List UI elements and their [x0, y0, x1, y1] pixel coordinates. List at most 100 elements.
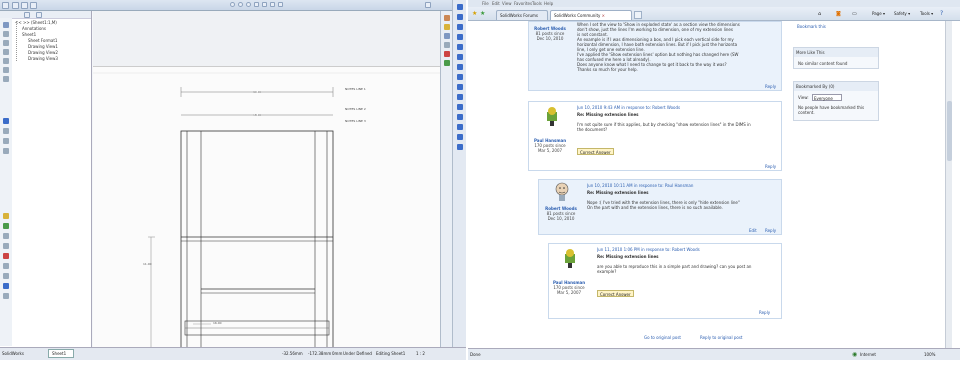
- sketch-icon[interactable]: [3, 22, 9, 28]
- view-orientation-icon[interactable]: [270, 2, 275, 7]
- post-2-reply-link[interactable]: Reply: [765, 164, 776, 169]
- favorites-star-icon[interactable]: ★: [472, 10, 477, 17]
- home-icon[interactable]: ⌂: [818, 11, 821, 17]
- scrollbar-thumb[interactable]: [947, 101, 952, 161]
- go-to-original-post-link[interactable]: Go to original post: [644, 335, 681, 340]
- command-icon-11[interactable]: [457, 104, 463, 110]
- tree-item-sheet-format[interactable]: Sheet Format1: [28, 38, 57, 43]
- appearances-icon[interactable]: [444, 51, 450, 57]
- bookmark-this-link[interactable]: Bookmark this: [797, 24, 826, 29]
- tree-item-annotations[interactable]: Annotations: [22, 26, 46, 31]
- open-file-icon[interactable]: [21, 2, 28, 9]
- tab-community[interactable]: SolidWorks Community ×: [550, 10, 632, 20]
- dimension-left[interactable]: 11.00: [143, 262, 152, 266]
- post-2-header[interactable]: Jun 10, 2010 9:43 AM in response to: Rob…: [577, 105, 777, 110]
- status-scale[interactable]: 1 : 2: [416, 351, 425, 356]
- command-icon-10[interactable]: [457, 94, 463, 100]
- command-icon-3[interactable]: [457, 24, 463, 30]
- post-4-reply-link[interactable]: Reply: [759, 310, 770, 315]
- hole-callout-icon[interactable]: [3, 253, 9, 259]
- command-icon-9[interactable]: [457, 84, 463, 90]
- centerline-icon[interactable]: [3, 243, 9, 249]
- zoom-area-icon[interactable]: [238, 2, 243, 7]
- drawing-note-3[interactable]: NOTES LINE 3: [345, 119, 390, 123]
- menu-edit[interactable]: Edit: [492, 1, 500, 6]
- rectangle-icon[interactable]: [3, 40, 9, 46]
- dimension-inner[interactable]: 18.00: [253, 113, 262, 117]
- view-palette-icon[interactable]: [444, 42, 450, 48]
- save-icon[interactable]: [30, 2, 37, 9]
- command-icon-6[interactable]: [457, 54, 463, 60]
- post-2-avatar[interactable]: [545, 106, 559, 126]
- command-icon-13[interactable]: [457, 124, 463, 130]
- task-pane-icon[interactable]: [444, 15, 450, 21]
- post-2-correct-answer-button[interactable]: Correct Answer: [577, 148, 614, 155]
- help-icon[interactable]: ?: [940, 10, 943, 17]
- menu-tools[interactable]: Tools: [532, 1, 542, 6]
- tree-item-view-3[interactable]: Drawing View3: [28, 56, 58, 61]
- graphics-area[interactable]: 90.00 18.00 11.00 16.00 NOTES LINE 1 NOT…: [93, 11, 440, 352]
- tree-root[interactable]: << >> (Sheet1:1,M): [15, 20, 57, 25]
- print-icon[interactable]: ▭: [852, 11, 857, 17]
- smart-dimension-icon[interactable]: [3, 128, 9, 134]
- tab-close-icon[interactable]: ×: [602, 13, 605, 18]
- new-tab-button[interactable]: [634, 11, 642, 19]
- status-zoom[interactable]: 100%: [924, 352, 935, 357]
- revision-icon[interactable]: [3, 263, 9, 269]
- tab-property-manager[interactable]: [36, 12, 42, 18]
- spline-icon[interactable]: [3, 67, 9, 73]
- table-icon[interactable]: [3, 273, 9, 279]
- page-menu[interactable]: Page ▾: [872, 11, 885, 16]
- safety-menu[interactable]: Safety ▾: [894, 11, 910, 16]
- menu-file[interactable]: File: [482, 1, 489, 6]
- circle-icon[interactable]: [3, 49, 9, 55]
- file-explorer-icon[interactable]: [444, 33, 450, 39]
- custom-properties-icon[interactable]: [444, 60, 450, 66]
- datum-icon[interactable]: [3, 223, 9, 229]
- tab-forums[interactable]: SolidWorks Forums: [496, 10, 548, 20]
- zoom-in-icon[interactable]: [246, 2, 251, 7]
- post-3-header[interactable]: Jun 10, 2010 10:11 AM in response to: Pa…: [587, 183, 777, 188]
- command-icon-12[interactable]: [457, 114, 463, 120]
- post-1-reply-link[interactable]: Reply: [765, 84, 776, 89]
- zoom-fit-icon[interactable]: [230, 2, 235, 7]
- reply-to-original-post-link[interactable]: Reply to original post: [700, 335, 743, 340]
- post-4-correct-answer-button[interactable]: Correct Answer: [597, 290, 634, 297]
- command-icon-7[interactable]: [457, 64, 463, 70]
- menu-favorites[interactable]: Favorites: [514, 1, 532, 6]
- command-icon-4[interactable]: [457, 34, 463, 40]
- dimension-top[interactable]: 90.00: [253, 90, 262, 94]
- menu-help[interactable]: Help: [544, 1, 553, 6]
- view-select[interactable]: Everyone: [812, 94, 842, 101]
- block-icon[interactable]: [3, 293, 9, 299]
- sheet-tab[interactable]: Sheet1: [48, 349, 74, 358]
- weld-icon[interactable]: [3, 213, 9, 219]
- trim-icon[interactable]: [3, 76, 9, 82]
- command-icon-15[interactable]: [457, 144, 463, 150]
- new-file-icon[interactable]: [12, 2, 19, 9]
- help-icon[interactable]: [425, 2, 431, 8]
- post-3-avatar[interactable]: [555, 182, 569, 202]
- page-scrollbar[interactable]: [945, 21, 952, 348]
- pan-icon[interactable]: [254, 2, 259, 7]
- dimension-callout[interactable]: 16.00: [213, 321, 222, 325]
- menu-view[interactable]: View: [502, 1, 512, 6]
- balloon-icon[interactable]: [3, 148, 9, 154]
- command-icon-1[interactable]: [457, 4, 463, 10]
- feeds-icon[interactable]: ◙: [836, 11, 841, 17]
- command-icon-2[interactable]: [457, 14, 463, 20]
- post-3-edit-link[interactable]: Edit: [749, 228, 757, 233]
- command-icon-5[interactable]: [457, 44, 463, 50]
- command-icon-14[interactable]: [457, 134, 463, 140]
- solidworks-logo-icon[interactable]: [2, 2, 9, 9]
- display-style-icon[interactable]: [278, 2, 283, 7]
- drawing-sheet[interactable]: 90.00 18.00 11.00 16.00 NOTES LINE 1 NOT…: [93, 66, 440, 352]
- layer-icon[interactable]: [3, 283, 9, 289]
- drawing-note-2[interactable]: NOTES LINE 2: [345, 107, 390, 111]
- post-4-header[interactable]: Jun 11, 2010 1:06 PM in response to: Rob…: [597, 247, 777, 252]
- add-favorite-icon[interactable]: ★: [480, 10, 485, 17]
- arc-icon[interactable]: [3, 58, 9, 64]
- tree-item-view-1[interactable]: Drawing View1: [28, 44, 58, 49]
- tree-item-view-2[interactable]: Drawing View2: [28, 50, 58, 55]
- design-library-icon[interactable]: [444, 24, 450, 30]
